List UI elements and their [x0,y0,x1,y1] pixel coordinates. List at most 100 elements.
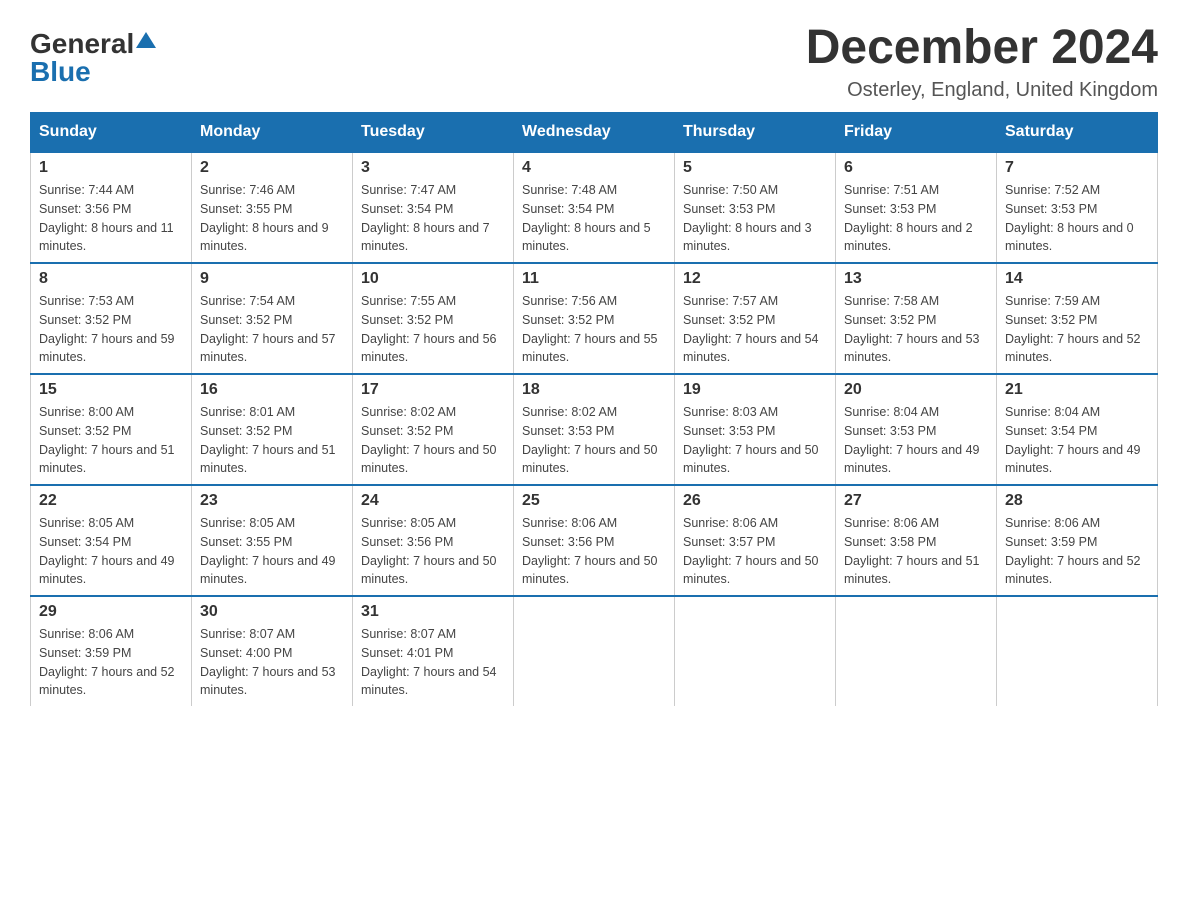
day-number-29: 29 [39,603,183,621]
logo: General Blue [30,30,156,86]
day-info-21: Sunrise: 8:04 AMSunset: 3:54 PMDaylight:… [1005,405,1141,475]
weekday-header-thursday: Thursday [675,113,836,153]
day-info-9: Sunrise: 7:54 AMSunset: 3:52 PMDaylight:… [200,294,336,364]
day-number-14: 14 [1005,270,1149,288]
day-info-22: Sunrise: 8:05 AMSunset: 3:54 PMDaylight:… [39,516,175,586]
day-number-30: 30 [200,603,344,621]
day-number-18: 18 [522,381,666,399]
logo-general-text: General [30,30,134,58]
logo-triangle-icon [136,32,156,52]
calendar-day-19: 19 Sunrise: 8:03 AMSunset: 3:53 PMDaylig… [675,374,836,485]
day-info-1: Sunrise: 7:44 AMSunset: 3:56 PMDaylight:… [39,183,174,253]
weekday-header-wednesday: Wednesday [514,113,675,153]
calendar-week-row-4: 22 Sunrise: 8:05 AMSunset: 3:54 PMDaylig… [31,485,1158,596]
day-info-10: Sunrise: 7:55 AMSunset: 3:52 PMDaylight:… [361,294,497,364]
day-number-13: 13 [844,270,988,288]
calendar-day-6: 6 Sunrise: 7:51 AMSunset: 3:53 PMDayligh… [836,152,997,263]
day-number-3: 3 [361,159,505,177]
page-header: General Blue December 2024 Osterley, Eng… [30,20,1158,102]
weekday-header-row: SundayMondayTuesdayWednesdayThursdayFrid… [31,113,1158,153]
calendar-day-14: 14 Sunrise: 7:59 AMSunset: 3:52 PMDaylig… [997,263,1158,374]
calendar-day-11: 11 Sunrise: 7:56 AMSunset: 3:52 PMDaylig… [514,263,675,374]
day-info-13: Sunrise: 7:58 AMSunset: 3:52 PMDaylight:… [844,294,980,364]
day-info-28: Sunrise: 8:06 AMSunset: 3:59 PMDaylight:… [1005,516,1141,586]
day-info-16: Sunrise: 8:01 AMSunset: 3:52 PMDaylight:… [200,405,336,475]
month-year-title: December 2024 [806,20,1158,75]
day-info-25: Sunrise: 8:06 AMSunset: 3:56 PMDaylight:… [522,516,658,586]
day-info-5: Sunrise: 7:50 AMSunset: 3:53 PMDaylight:… [683,183,812,253]
calendar-week-row-1: 1 Sunrise: 7:44 AMSunset: 3:56 PMDayligh… [31,152,1158,263]
day-number-19: 19 [683,381,827,399]
calendar-empty-cell [675,596,836,706]
location-subtitle: Osterley, England, United Kingdom [806,79,1158,102]
calendar-day-3: 3 Sunrise: 7:47 AMSunset: 3:54 PMDayligh… [353,152,514,263]
day-number-22: 22 [39,492,183,510]
calendar-empty-cell [997,596,1158,706]
calendar-day-25: 25 Sunrise: 8:06 AMSunset: 3:56 PMDaylig… [514,485,675,596]
day-info-29: Sunrise: 8:06 AMSunset: 3:59 PMDaylight:… [39,627,175,697]
calendar-week-row-2: 8 Sunrise: 7:53 AMSunset: 3:52 PMDayligh… [31,263,1158,374]
day-info-4: Sunrise: 7:48 AMSunset: 3:54 PMDaylight:… [522,183,651,253]
day-info-24: Sunrise: 8:05 AMSunset: 3:56 PMDaylight:… [361,516,497,586]
calendar-day-23: 23 Sunrise: 8:05 AMSunset: 3:55 PMDaylig… [192,485,353,596]
day-number-15: 15 [39,381,183,399]
day-info-20: Sunrise: 8:04 AMSunset: 3:53 PMDaylight:… [844,405,980,475]
calendar-day-7: 7 Sunrise: 7:52 AMSunset: 3:53 PMDayligh… [997,152,1158,263]
calendar-empty-cell [836,596,997,706]
day-number-10: 10 [361,270,505,288]
day-number-6: 6 [844,159,988,177]
day-info-18: Sunrise: 8:02 AMSunset: 3:53 PMDaylight:… [522,405,658,475]
day-number-11: 11 [522,270,666,288]
day-number-12: 12 [683,270,827,288]
calendar-day-10: 10 Sunrise: 7:55 AMSunset: 3:52 PMDaylig… [353,263,514,374]
day-info-12: Sunrise: 7:57 AMSunset: 3:52 PMDaylight:… [683,294,819,364]
calendar-day-20: 20 Sunrise: 8:04 AMSunset: 3:53 PMDaylig… [836,374,997,485]
calendar-empty-cell [514,596,675,706]
day-number-28: 28 [1005,492,1149,510]
weekday-header-sunday: Sunday [31,113,192,153]
day-number-26: 26 [683,492,827,510]
day-number-17: 17 [361,381,505,399]
day-info-8: Sunrise: 7:53 AMSunset: 3:52 PMDaylight:… [39,294,175,364]
weekday-header-tuesday: Tuesday [353,113,514,153]
title-section: December 2024 Osterley, England, United … [806,20,1158,102]
calendar-day-28: 28 Sunrise: 8:06 AMSunset: 3:59 PMDaylig… [997,485,1158,596]
day-number-21: 21 [1005,381,1149,399]
calendar-day-1: 1 Sunrise: 7:44 AMSunset: 3:56 PMDayligh… [31,152,192,263]
calendar-week-row-5: 29 Sunrise: 8:06 AMSunset: 3:59 PMDaylig… [31,596,1158,706]
calendar-day-12: 12 Sunrise: 7:57 AMSunset: 3:52 PMDaylig… [675,263,836,374]
calendar-week-row-3: 15 Sunrise: 8:00 AMSunset: 3:52 PMDaylig… [31,374,1158,485]
day-number-9: 9 [200,270,344,288]
day-number-1: 1 [39,159,183,177]
day-info-15: Sunrise: 8:00 AMSunset: 3:52 PMDaylight:… [39,405,175,475]
calendar-table: SundayMondayTuesdayWednesdayThursdayFrid… [30,112,1158,706]
day-number-31: 31 [361,603,505,621]
calendar-day-30: 30 Sunrise: 8:07 AMSunset: 4:00 PMDaylig… [192,596,353,706]
day-info-7: Sunrise: 7:52 AMSunset: 3:53 PMDaylight:… [1005,183,1134,253]
calendar-day-2: 2 Sunrise: 7:46 AMSunset: 3:55 PMDayligh… [192,152,353,263]
weekday-header-saturday: Saturday [997,113,1158,153]
calendar-day-5: 5 Sunrise: 7:50 AMSunset: 3:53 PMDayligh… [675,152,836,263]
day-number-7: 7 [1005,159,1149,177]
calendar-day-8: 8 Sunrise: 7:53 AMSunset: 3:52 PMDayligh… [31,263,192,374]
day-info-26: Sunrise: 8:06 AMSunset: 3:57 PMDaylight:… [683,516,819,586]
calendar-day-13: 13 Sunrise: 7:58 AMSunset: 3:52 PMDaylig… [836,263,997,374]
calendar-day-18: 18 Sunrise: 8:02 AMSunset: 3:53 PMDaylig… [514,374,675,485]
calendar-day-27: 27 Sunrise: 8:06 AMSunset: 3:58 PMDaylig… [836,485,997,596]
day-info-14: Sunrise: 7:59 AMSunset: 3:52 PMDaylight:… [1005,294,1141,364]
day-number-5: 5 [683,159,827,177]
day-number-4: 4 [522,159,666,177]
day-info-30: Sunrise: 8:07 AMSunset: 4:00 PMDaylight:… [200,627,336,697]
day-number-24: 24 [361,492,505,510]
calendar-day-22: 22 Sunrise: 8:05 AMSunset: 3:54 PMDaylig… [31,485,192,596]
calendar-day-4: 4 Sunrise: 7:48 AMSunset: 3:54 PMDayligh… [514,152,675,263]
weekday-header-friday: Friday [836,113,997,153]
weekday-header-monday: Monday [192,113,353,153]
day-info-23: Sunrise: 8:05 AMSunset: 3:55 PMDaylight:… [200,516,336,586]
day-number-16: 16 [200,381,344,399]
day-number-27: 27 [844,492,988,510]
calendar-day-17: 17 Sunrise: 8:02 AMSunset: 3:52 PMDaylig… [353,374,514,485]
calendar-day-24: 24 Sunrise: 8:05 AMSunset: 3:56 PMDaylig… [353,485,514,596]
calendar-day-9: 9 Sunrise: 7:54 AMSunset: 3:52 PMDayligh… [192,263,353,374]
day-info-19: Sunrise: 8:03 AMSunset: 3:53 PMDaylight:… [683,405,819,475]
